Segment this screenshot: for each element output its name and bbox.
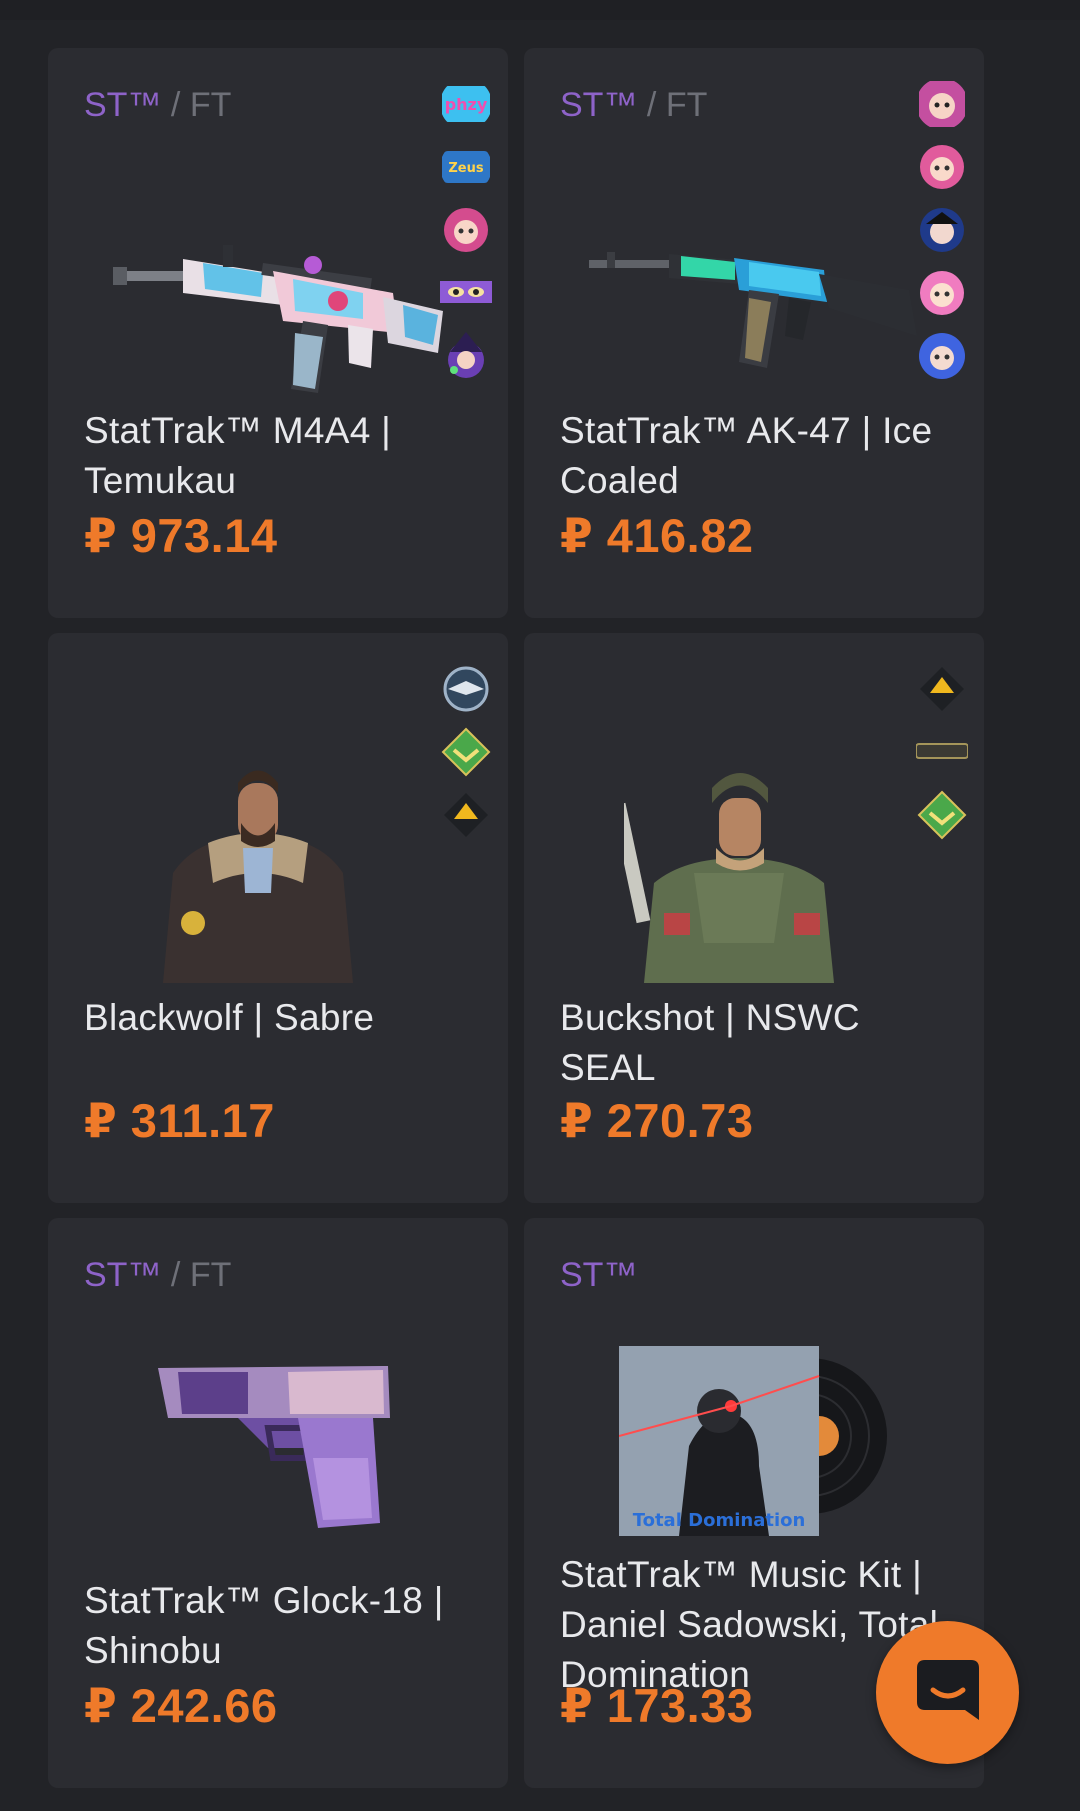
- item-card-buckshot[interactable]: Buckshot | NSWC SEAL ₽ 270.73: [524, 633, 984, 1203]
- phzy-sticker-icon: phzy: [442, 86, 490, 122]
- item-name: Buckshot | NSWC SEAL: [560, 997, 860, 1088]
- item-price: ₽ 416.82: [560, 509, 754, 562]
- yellow-arrow-patch-icon: [920, 667, 964, 711]
- bar-patch-icon: [916, 743, 968, 759]
- top-bar: [0, 0, 1080, 20]
- blue-girl-sticker-icon: [919, 333, 965, 379]
- sticker-list: [908, 663, 968, 852]
- heart-girl-sticker-icon: [920, 145, 964, 189]
- support-chat-button[interactable]: [876, 1621, 1019, 1764]
- item-name: Blackwolf | Sabre: [84, 997, 375, 1038]
- quality-label: ST™: [560, 1256, 638, 1294]
- m4a4-weapon-image: [113, 245, 443, 393]
- item-price: ₽ 173.33: [560, 1679, 754, 1732]
- sticker-list: phzy Zeus: [432, 78, 492, 393]
- item-price: ₽ 311.17: [84, 1094, 275, 1147]
- music-kit-album-image: Total Domination: [619, 1346, 887, 1536]
- buckshot-agent-image: [624, 773, 834, 983]
- item-card-ak47[interactable]: ST™ / FT StatTrak™ AK-47 | Ice Coaled ₽ …: [524, 48, 984, 618]
- witch-sticker-icon: [448, 332, 484, 378]
- anime-girl-sticker-icon: [444, 208, 488, 252]
- svg-text:phzy: phzy: [445, 95, 488, 114]
- glock18-weapon-image: [158, 1366, 390, 1528]
- item-card-blackwolf[interactable]: Blackwolf | Sabre ₽ 311.17: [48, 633, 508, 1203]
- bubble-girl-sticker-icon: [920, 271, 964, 315]
- item-price: ₽ 242.66: [84, 1679, 278, 1732]
- yellow-arrow-patch-icon: [444, 793, 488, 837]
- item-name: StatTrak™ AK-47 | Ice Coaled: [560, 410, 933, 501]
- chat-icon: [917, 1660, 979, 1720]
- album-title-text: Total Domination: [633, 1510, 806, 1531]
- sticker-list: [908, 78, 968, 393]
- green-chevron-patch-icon: [441, 727, 491, 777]
- ak47-weapon-image: [589, 252, 917, 368]
- quality-label: ST™ / FT: [560, 86, 708, 124]
- blackwolf-agent-image: [163, 770, 353, 983]
- sticker-list: [432, 663, 492, 852]
- item-name: StatTrak™ Glock-18 | Shinobu: [84, 1580, 444, 1671]
- pink-girl-sticker-icon: [919, 81, 965, 127]
- item-card-glock18[interactable]: ST™ / FT StatTrak™ Glock-18 | Shinobu ₽ …: [48, 1218, 508, 1788]
- item-price: ₽ 973.14: [84, 509, 278, 562]
- eagle-patch-icon: [443, 666, 489, 712]
- dark-girl-sticker-icon: [920, 208, 964, 252]
- item-card-m4a4[interactable]: ST™ / FT phzy Zeus StatTrak™ M4A4 | Temu…: [48, 48, 508, 618]
- svg-text:Zeus: Zeus: [448, 161, 483, 176]
- quality-label: ST™ / FT: [84, 86, 232, 124]
- green-chevron-patch-icon: [917, 790, 967, 840]
- item-price: ₽ 270.73: [560, 1094, 754, 1147]
- eyes-sticker-icon: [440, 281, 492, 303]
- item-name: StatTrak™ M4A4 | Temukau: [84, 410, 392, 501]
- zeus-sticker-icon: Zeus: [442, 151, 490, 183]
- quality-label: ST™ / FT: [84, 1256, 232, 1294]
